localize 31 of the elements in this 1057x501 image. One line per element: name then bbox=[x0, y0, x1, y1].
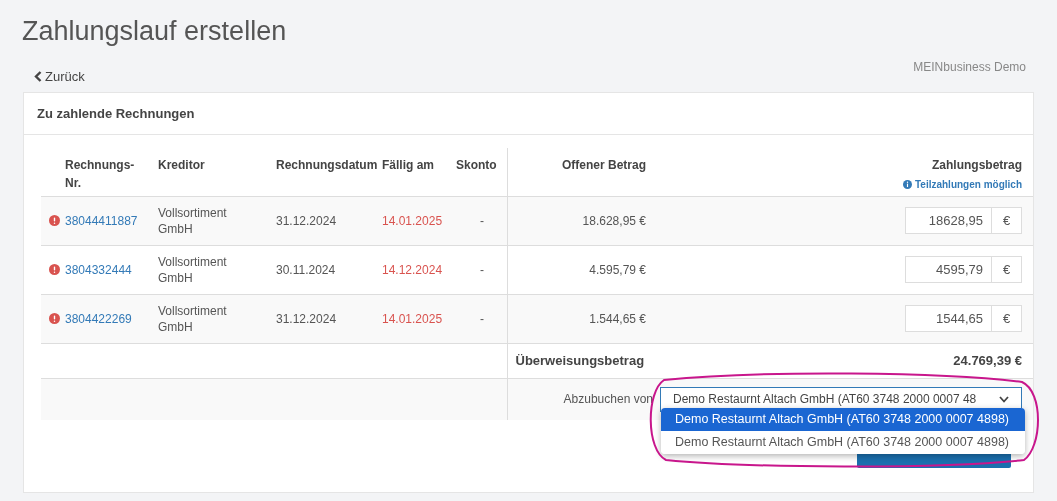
open-amount: 4.595,79 € bbox=[589, 262, 646, 277]
column-header: Kreditor bbox=[158, 158, 205, 172]
total-amount: 24.769,39 € bbox=[953, 352, 1022, 368]
card-title: Zu zahlende Rechnungen bbox=[37, 104, 195, 123]
column-header: Skonto bbox=[456, 158, 497, 172]
discount-value: - bbox=[480, 311, 484, 326]
open-amount: 18.628,95 € bbox=[582, 213, 646, 228]
page-title: Zahlungslauf erstellen bbox=[22, 15, 287, 48]
creditor-name: Vollsortiment GmbH bbox=[158, 302, 228, 335]
invoice-date: 30.11.2024 bbox=[276, 262, 336, 277]
account-name: MEINbusiness Demo bbox=[913, 59, 1026, 76]
debit-account-label: Abzubuchen von bbox=[563, 392, 653, 407]
column-header: Rechnungs-Nr. bbox=[65, 157, 135, 192]
invoice-date: 31.12.2024 bbox=[276, 311, 337, 326]
creditor-name: Vollsortiment GmbH bbox=[158, 204, 228, 237]
invoice-date: 31.12.2024 bbox=[276, 213, 337, 228]
column-header: Zahlungsbetrag bbox=[932, 157, 1022, 174]
total-label: Überweisungsbetrag bbox=[515, 352, 645, 368]
due-date: 14.12.2024 bbox=[382, 262, 443, 277]
column-header: Offener Betrag bbox=[561, 158, 646, 172]
currency-addon: € bbox=[992, 305, 1022, 332]
discount-value: - bbox=[480, 262, 484, 277]
currency-addon: € bbox=[992, 207, 1022, 234]
due-date: 14.01.2025 bbox=[382, 213, 443, 228]
open-amount: 1.544,65 € bbox=[589, 311, 646, 326]
column-header: Rechnungsdatum bbox=[276, 158, 378, 172]
creditor-name: Vollsortiment GmbH bbox=[158, 253, 228, 286]
discount-value: - bbox=[480, 213, 484, 228]
currency-addon: € bbox=[992, 256, 1022, 283]
due-date: 14.01.2025 bbox=[382, 311, 443, 326]
column-header: Fällig am bbox=[382, 158, 434, 172]
